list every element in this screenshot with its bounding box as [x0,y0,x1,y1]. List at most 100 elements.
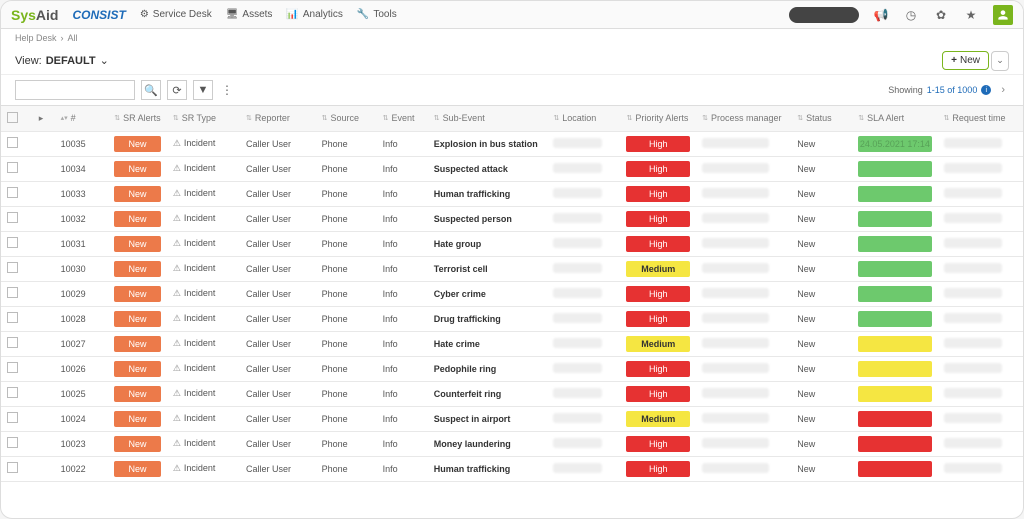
row-expand[interactable] [33,156,55,181]
cell-sub-event: Human trafficking [428,456,548,481]
table-row[interactable]: 10034New⚠IncidentCaller UserPhoneInfoSus… [1,156,1023,181]
nav-service-desk[interactable]: ⚙Service Desk [140,9,212,20]
row-expand[interactable] [33,131,55,156]
table-row[interactable]: 10025New⚠IncidentCaller UserPhoneInfoCou… [1,381,1023,406]
warning-icon: ⚠ [173,413,181,423]
row-checkbox[interactable] [1,206,33,231]
avatar[interactable] [993,5,1013,25]
star-icon[interactable]: ★ [963,7,979,23]
search-button[interactable]: 🔍 [141,80,161,100]
col-sub-event[interactable]: ⇅Sub-Event [428,106,548,131]
refresh-button[interactable]: ⟳ [167,80,187,100]
search-input[interactable] [20,85,130,96]
table-row[interactable]: 10028New⚠IncidentCaller UserPhoneInfoDru… [1,306,1023,331]
col-priority[interactable]: ⇅Priority Alerts [620,106,696,131]
nav-assets[interactable]: 🖥Assets [226,9,273,20]
table-row[interactable]: 10031New⚠IncidentCaller UserPhoneInfoHat… [1,231,1023,256]
col-sla-alert[interactable]: ⇅SLA Alert [852,106,937,131]
row-checkbox[interactable] [1,231,33,256]
row-checkbox[interactable] [1,181,33,206]
cell-request-time [938,206,1023,231]
settings-icon[interactable]: ✿ [933,7,949,23]
more-actions[interactable]: ⋮ [219,82,235,98]
row-checkbox[interactable] [1,381,33,406]
nav-tools[interactable]: 🔧Tools [357,9,397,20]
row-checkbox[interactable] [1,431,33,456]
table-row[interactable]: 10030New⚠IncidentCaller UserPhoneInfoTer… [1,256,1023,281]
cell-priority: High [620,131,696,156]
col-expand[interactable]: ▸ [33,106,55,131]
col-sr-alerts[interactable]: ⇅SR Alerts [108,106,167,131]
table-row[interactable]: 10024New⚠IncidentCaller UserPhoneInfoSus… [1,406,1023,431]
table-row[interactable]: 10022New⚠IncidentCaller UserPhoneInfoHum… [1,456,1023,481]
cell-id: 10032 [55,206,109,231]
col-event[interactable]: ⇅Event [377,106,428,131]
table-row[interactable]: 10026New⚠IncidentCaller UserPhoneInfoPed… [1,356,1023,381]
cell-process-manager [696,131,791,156]
row-checkbox[interactable] [1,356,33,381]
view-selector[interactable]: View: DEFAULT ⌄ [15,54,109,67]
cell-event: Info [377,381,428,406]
new-button[interactable]: +New [942,51,989,70]
cell-status: New [791,356,852,381]
table-row[interactable]: 10032New⚠IncidentCaller UserPhoneInfoSus… [1,206,1023,231]
cell-process-manager [696,156,791,181]
new-dropdown[interactable]: ⌄ [991,51,1009,71]
cell-reporter: Caller User [240,131,316,156]
row-checkbox[interactable] [1,256,33,281]
announcement-icon[interactable]: 📢 [873,7,889,23]
cell-process-manager [696,181,791,206]
row-checkbox[interactable] [1,131,33,156]
row-checkbox[interactable] [1,156,33,181]
row-expand[interactable] [33,256,55,281]
col-sr-type[interactable]: ⇅SR Type [167,106,240,131]
cell-location [547,381,620,406]
row-checkbox[interactable] [1,406,33,431]
warning-icon: ⚠ [173,363,181,373]
cell-priority: High [620,381,696,406]
cell-sr-alert: New [108,306,167,331]
table-row[interactable]: 10029New⚠IncidentCaller UserPhoneInfoCyb… [1,281,1023,306]
table-row[interactable]: 10035New⚠IncidentCaller UserPhoneInfoExp… [1,131,1023,156]
col-checkbox[interactable] [1,106,33,131]
row-expand[interactable] [33,306,55,331]
row-expand[interactable] [33,406,55,431]
row-checkbox[interactable] [1,456,33,481]
row-checkbox[interactable] [1,306,33,331]
row-expand[interactable] [33,431,55,456]
table-row[interactable]: 10033New⚠IncidentCaller UserPhoneInfoHum… [1,181,1023,206]
cell-event: Info [377,456,428,481]
row-expand[interactable] [33,331,55,356]
cell-location [547,331,620,356]
table-header-row: ▸ ▴▾# ⇅SR Alerts ⇅SR Type ⇅Reporter ⇅Sou… [1,106,1023,131]
warning-icon: ⚠ [173,263,181,273]
row-checkbox[interactable] [1,281,33,306]
filter-button[interactable]: ▼ [193,80,213,100]
cell-priority: High [620,431,696,456]
row-expand[interactable] [33,456,55,481]
col-process-manager[interactable]: ⇅Process manager [696,106,791,131]
table-row[interactable]: 10023New⚠IncidentCaller UserPhoneInfoMon… [1,431,1023,456]
table-scroll[interactable]: ▸ ▴▾# ⇅SR Alerts ⇅SR Type ⇅Reporter ⇅Sou… [1,105,1023,518]
row-expand[interactable] [33,356,55,381]
table-row[interactable]: 10027New⚠IncidentCaller UserPhoneInfoHat… [1,331,1023,356]
clock-icon[interactable]: ◷ [903,7,919,23]
cell-location [547,431,620,456]
search-pill[interactable] [789,7,859,23]
col-source[interactable]: ⇅Source [316,106,377,131]
row-checkbox[interactable] [1,331,33,356]
row-expand[interactable] [33,206,55,231]
row-expand[interactable] [33,181,55,206]
row-expand[interactable] [33,231,55,256]
row-expand[interactable] [33,281,55,306]
breadcrumb-root[interactable]: Help Desk [15,33,57,43]
col-reporter[interactable]: ⇅Reporter [240,106,316,131]
col-request-time[interactable]: ⇅Request time [938,106,1023,131]
row-expand[interactable] [33,381,55,406]
col-status[interactable]: ⇅Status [791,106,852,131]
nav-analytics[interactable]: 📊Analytics [286,9,342,20]
info-badge[interactable]: i [981,85,991,95]
page-next[interactable]: › [997,84,1009,96]
col-location[interactable]: ⇅Location [547,106,620,131]
col-id[interactable]: ▴▾# [55,106,109,131]
